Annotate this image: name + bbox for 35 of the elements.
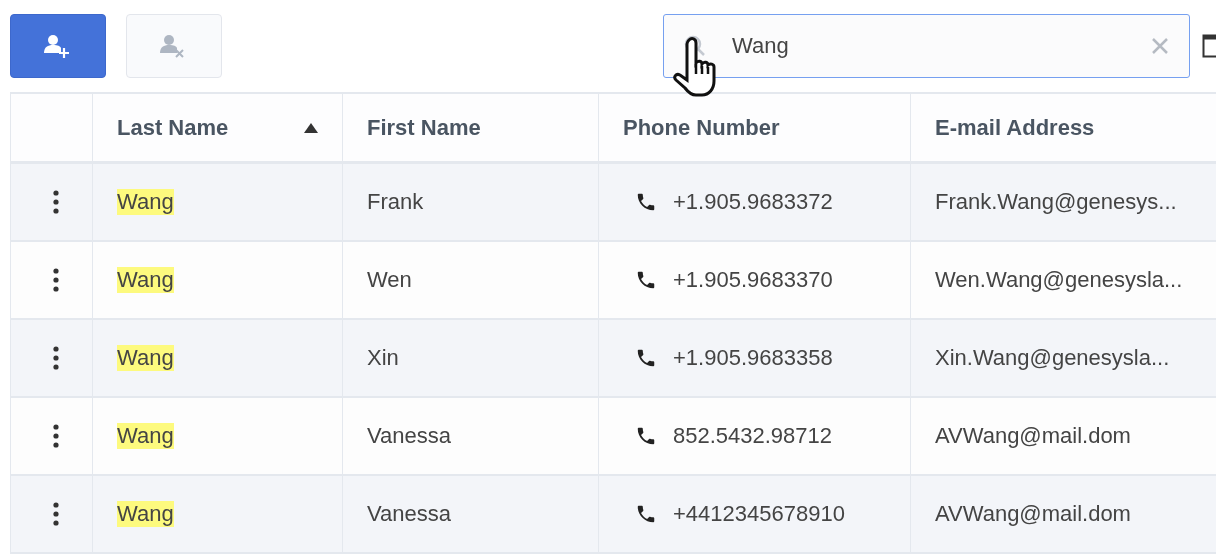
phone-number-text: 852.5432.98712: [673, 423, 833, 449]
phone-icon: [635, 269, 657, 291]
more-icon: [53, 268, 59, 292]
more-icon: [53, 424, 59, 448]
column-header[interactable]: Last Name: [93, 94, 343, 164]
last-name-text: Wang: [117, 345, 174, 371]
phone-icon: [635, 425, 657, 447]
email-text: AVWang@mail.dom: [935, 423, 1131, 449]
phone-icon: [635, 191, 657, 213]
more-icon: [53, 346, 59, 370]
first-name-text: Frank: [367, 189, 424, 215]
last-name-text: Wang: [117, 423, 174, 449]
phone-number-text: +1.905.9683372: [673, 189, 833, 215]
last-name-text: Wang: [117, 267, 174, 293]
more-icon: [53, 502, 59, 526]
more-icon: [53, 190, 59, 214]
email-text: Frank.Wang@genesys...: [935, 189, 1177, 215]
phone-icon: [635, 347, 657, 369]
email-text: Wen.Wang@genesysla...: [935, 267, 1183, 293]
first-name-text: Vanessa: [367, 501, 451, 527]
phone-number-text: +4412345678910: [673, 501, 845, 527]
first-name-text: Wen: [367, 267, 412, 293]
last-name-text: Wang: [117, 501, 174, 527]
phone-number-text: +1.905.9683370: [673, 267, 833, 293]
phone-icon: [635, 503, 657, 525]
email-text: Xin.Wang@genesysla...: [935, 345, 1170, 371]
email-text: AVWang@mail.dom: [935, 501, 1131, 527]
first-name-text: Xin: [367, 345, 399, 371]
first-name-text: Vanessa: [367, 423, 451, 449]
search-field[interactable]: Wang: [663, 14, 1190, 78]
column-header[interactable]: First Name: [343, 94, 599, 164]
last-name-text: Wang: [117, 189, 174, 215]
add-contact-button[interactable]: [10, 14, 106, 78]
column-header[interactable]: Phone Number: [599, 94, 911, 164]
phone-number-text: +1.905.9683358: [673, 345, 833, 371]
